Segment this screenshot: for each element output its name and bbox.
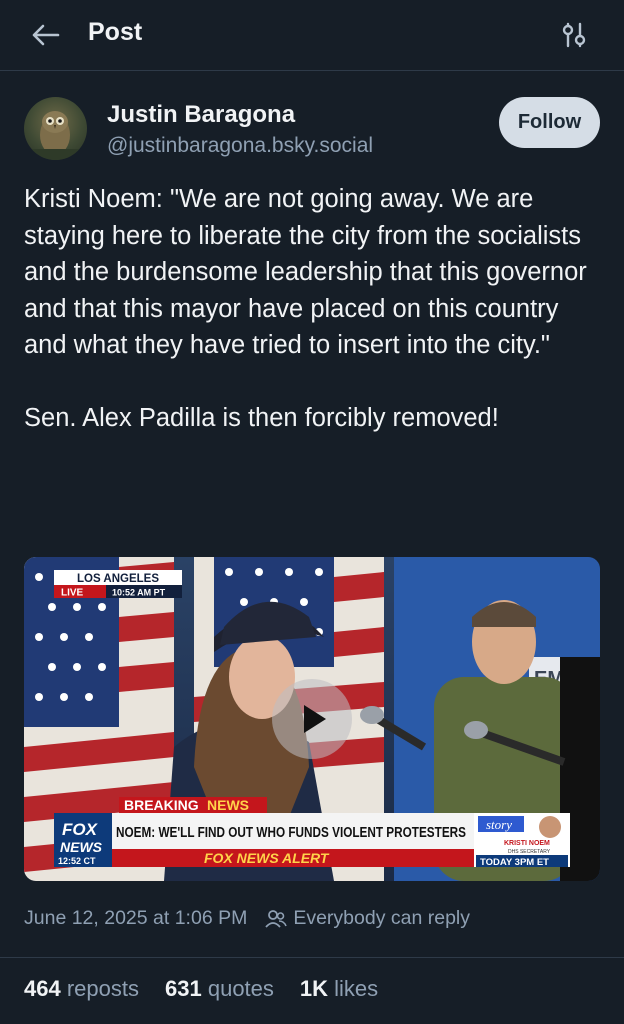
divider [0, 957, 624, 958]
network-logo-news: NEWS [60, 839, 103, 855]
guest-title: DHS SECRETARY [508, 849, 551, 855]
story-label: story [486, 817, 512, 832]
breaking-label-news: NEWS [207, 797, 249, 813]
live-label: LIVE [61, 588, 84, 599]
page-title: Post [88, 18, 143, 46]
post-timestamp: June 12, 2025 at 1:06 PM [24, 907, 248, 929]
alert-label: FOX NEWS ALERT [204, 850, 330, 866]
quotes-stat[interactable]: 631 quotes [165, 976, 274, 1002]
reply-setting[interactable]: Everybody can reply [293, 907, 470, 930]
post-paragraph: Kristi Noem: "We are not going away. We … [24, 185, 587, 359]
breaking-label: BREAKING [124, 797, 199, 813]
quotes-label: quotes [207, 976, 274, 1001]
play-icon [304, 705, 326, 733]
likes-stat[interactable]: 1K likes [300, 976, 378, 1002]
reposts-label: reposts [66, 976, 139, 1001]
author-handle[interactable]: @justinbaragona.bsky.social [107, 134, 373, 158]
likes-label: likes [334, 976, 379, 1001]
sliders-icon [562, 22, 586, 48]
reposts-count: 464 [24, 976, 61, 1001]
location-label: LOS ANGELES [77, 573, 159, 585]
quotes-count: 631 [165, 976, 202, 1001]
avatar[interactable] [24, 97, 87, 160]
people-icon [265, 909, 288, 929]
post-header: Post [0, 0, 624, 71]
author-name[interactable]: Justin Baragona [107, 101, 295, 129]
owl-avatar-image [24, 111, 87, 160]
thread-settings-button[interactable] [558, 20, 590, 50]
play-button[interactable] [272, 679, 352, 759]
live-time: 10:52 AM PT [112, 588, 166, 598]
follow-button[interactable]: Follow [499, 97, 600, 148]
guest-name: KRISTI NOEM [504, 840, 550, 847]
network-time: 12:52 CT [58, 856, 96, 866]
video-embed[interactable]: EMIL LOS ANGELES LIVE 10:52 AM PT BREAKI… [24, 557, 600, 881]
back-button[interactable] [28, 20, 62, 50]
likes-count: 1K [299, 976, 329, 1001]
reposts-stat[interactable]: 464 reposts [24, 976, 139, 1002]
post-paragraph: Sen. Alex Padilla is then forcibly remov… [24, 404, 499, 432]
post-meta: June 12, 2025 at 1:06 PM Everybody can r… [24, 907, 470, 930]
promo-time: TODAY 3PM ET [480, 857, 549, 868]
post-stats: 464 reposts 631 quotes 1K likes [24, 976, 378, 1002]
headline-text: NOEM: WE'LL FIND OUT WHO FUNDS VIOLENT P… [116, 825, 466, 841]
post-body: Kristi Noem: "We are not going away. We … [24, 181, 604, 437]
network-logo-fox: FOX [62, 820, 99, 839]
arrow-left-icon [32, 24, 60, 46]
